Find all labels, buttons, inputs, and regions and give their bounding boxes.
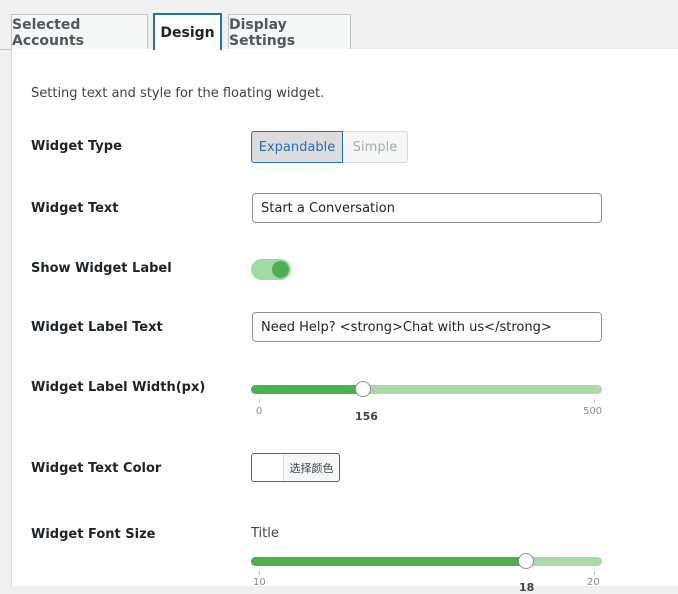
panel-description: Setting text and style for the floating … — [31, 86, 325, 101]
color-picker-label: 选择颜色 — [289, 461, 334, 475]
widget-label-width-label: Widget Label Width(px) — [31, 380, 206, 395]
widget-label-text-input[interactable] — [252, 312, 602, 342]
slider-max-label: 500 — [583, 406, 603, 417]
toggle-knob — [272, 261, 289, 278]
widget-label-width-slider[interactable] — [251, 381, 602, 397]
slider-fill — [251, 385, 363, 394]
widget-text-input[interactable] — [252, 193, 602, 223]
expandable-option-button[interactable]: Expandable — [251, 131, 343, 163]
widget-font-size-label: Widget Font Size — [31, 527, 156, 542]
slider-tick — [594, 399, 595, 403]
slider-thumb[interactable] — [518, 553, 534, 569]
widget-type-label: Widget Type — [31, 139, 122, 154]
show-widget-label-label: Show Widget Label — [31, 261, 172, 276]
slider-min-label: 10 — [253, 577, 266, 588]
slider-max-label: 20 — [587, 577, 600, 588]
widget-type-segmented-control: Expandable Simple — [251, 131, 408, 163]
widget-text-label: Widget Text — [31, 201, 119, 216]
simple-option-button[interactable]: Simple — [343, 131, 408, 163]
widget-text-color-label: Widget Text Color — [31, 461, 162, 476]
slider-value-label: 156 — [355, 410, 378, 423]
tab-design[interactable]: Design — [153, 13, 222, 50]
slider-value-label: 18 — [519, 581, 535, 594]
slider-tick — [594, 571, 595, 575]
color-swatch — [252, 454, 284, 481]
slider-thumb[interactable] — [355, 381, 371, 397]
show-widget-label-toggle[interactable] — [251, 259, 291, 280]
widget-font-size-slider[interactable] — [251, 553, 602, 569]
color-picker-button[interactable]: 选择颜色 — [251, 453, 340, 482]
widget-label-text-label: Widget Label Text — [31, 320, 163, 335]
slider-min-label: 0 — [256, 406, 263, 417]
slider-tick — [259, 399, 260, 403]
font-size-title-sublabel: Title — [251, 526, 279, 541]
slider-tick — [259, 571, 260, 575]
tab-selected-accounts[interactable]: Selected Accounts — [11, 14, 148, 50]
slider-fill — [251, 557, 526, 566]
tab-display-settings[interactable]: Display Settings — [228, 14, 351, 50]
tab-bar: Selected Accounts Design Display Setting… — [0, 0, 678, 50]
